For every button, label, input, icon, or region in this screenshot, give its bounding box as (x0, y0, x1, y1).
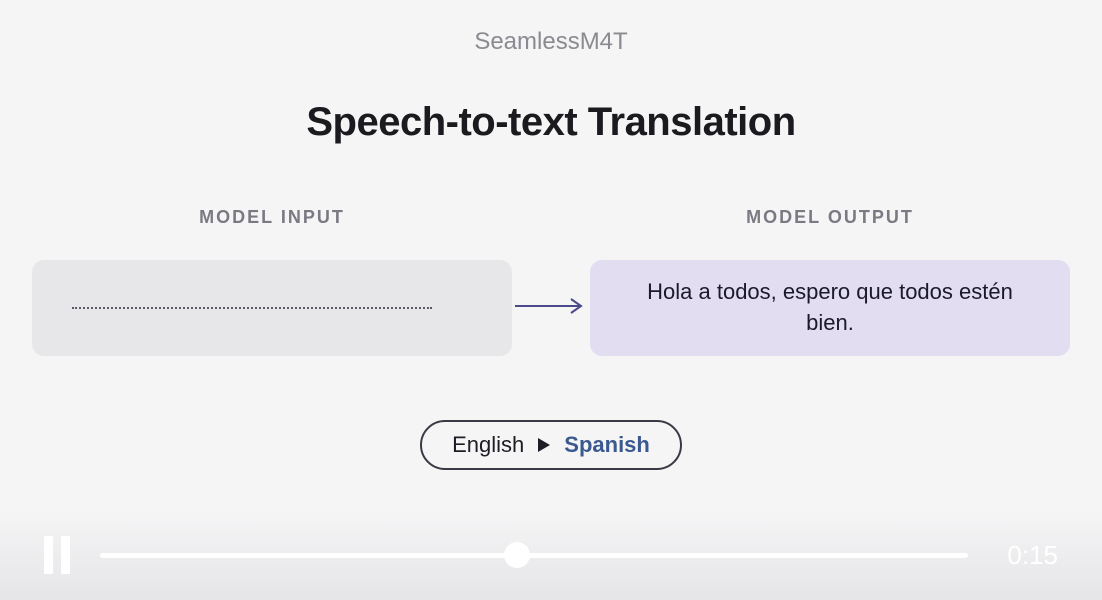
model-input-box (32, 260, 512, 356)
arrow-icon (512, 297, 590, 315)
time-display: 0:15 (998, 540, 1058, 571)
pause-button[interactable] (44, 536, 70, 574)
audio-waveform-icon (72, 307, 432, 309)
input-label: MODEL INPUT (199, 207, 345, 228)
triangle-right-icon (538, 432, 550, 458)
progress-thumb[interactable] (504, 542, 530, 568)
video-player-controls: 0:15 (0, 510, 1102, 600)
output-column: MODEL OUTPUT Hola a todos, espero que to… (590, 207, 1070, 356)
model-output-box: Hola a todos, espero que todos estén bie… (590, 260, 1070, 356)
language-selector[interactable]: English Spanish (420, 420, 682, 470)
pause-icon (61, 536, 70, 574)
progress-slider[interactable] (100, 553, 968, 558)
pause-icon (44, 536, 53, 574)
input-column: MODEL INPUT (32, 207, 512, 356)
language-to: Spanish (564, 432, 650, 458)
language-from: English (452, 432, 524, 458)
io-section: MODEL INPUT MODEL OUTPUT Hola a todos, e… (0, 207, 1102, 356)
output-label: MODEL OUTPUT (746, 207, 914, 228)
page-heading: Speech-to-text Translation (0, 100, 1102, 145)
output-text: Hola a todos, espero que todos estén bie… (626, 277, 1034, 339)
app-title: SeamlessM4T (0, 0, 1102, 56)
